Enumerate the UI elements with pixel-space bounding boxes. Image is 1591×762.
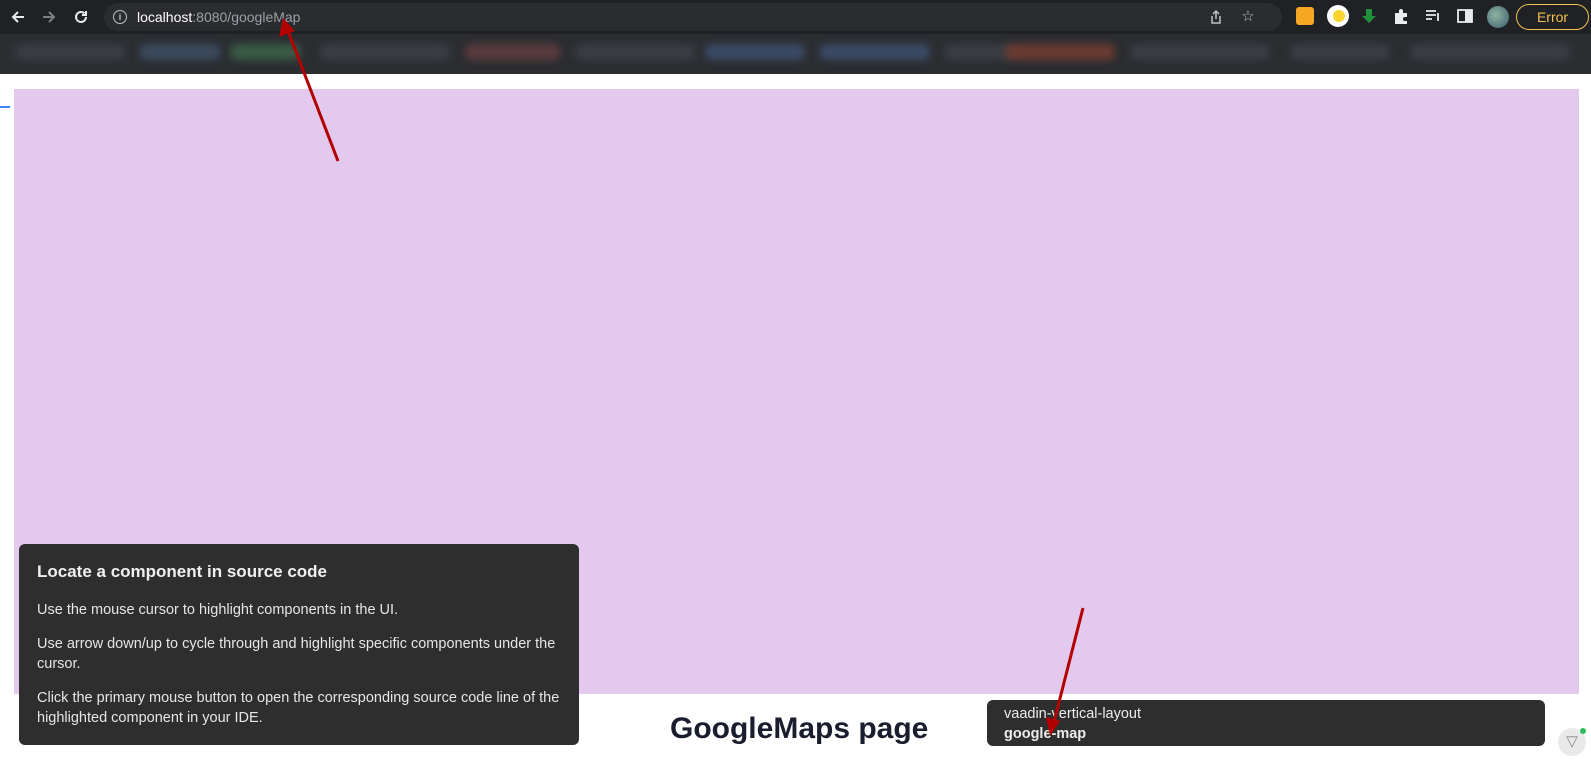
avatar[interactable] [1487,6,1509,28]
help-panel-line3: Click the primary mouse button to open t… [37,690,560,726]
component-path-tooltip: vaadin-vertical-layout google-map [987,700,1545,746]
url-host: localhost [137,9,193,25]
url-text[interactable]: localhost:8080/googleMap [137,9,300,25]
status-dot [1580,728,1586,734]
reading-list-icon[interactable] [1424,7,1442,25]
address-bar[interactable]: i localhost:8080/googleMap ☆ [104,3,1282,31]
url-path: :8080/googleMap [192,9,301,25]
help-panel-line2: Use arrow down/up to cycle through and h… [37,636,556,672]
help-panel-title: Locate a component in source code [37,562,328,581]
reload-icon[interactable] [70,6,92,28]
puzzle-icon[interactable] [1392,7,1410,25]
bookmarks-bar [0,34,1591,108]
error-button[interactable]: Error [1516,4,1589,30]
tooltip-current-component: google-map [1004,726,1087,742]
locate-component-help-panel: Locate a component in source code Use th… [19,544,579,745]
extension-orange-icon[interactable] [1296,7,1314,25]
info-icon[interactable]: i [113,10,127,24]
extension-moon-icon[interactable] [1327,5,1349,27]
tooltip-parent-component: vaadin-vertical-layout [1004,706,1142,722]
page-title: GoogleMaps page [670,712,929,745]
browser-toolbar: i localhost:8080/googleMap ☆ Error [0,0,1591,34]
star-icon[interactable]: ☆ [1240,9,1256,25]
side-panel-icon[interactable] [1456,7,1474,25]
help-panel-line1: Use the mouse cursor to highlight compon… [37,602,399,618]
download-arrow-icon[interactable] [1360,7,1378,25]
back-icon[interactable] [7,6,29,28]
share-icon[interactable] [1208,9,1224,25]
forward-icon[interactable] [38,6,60,28]
